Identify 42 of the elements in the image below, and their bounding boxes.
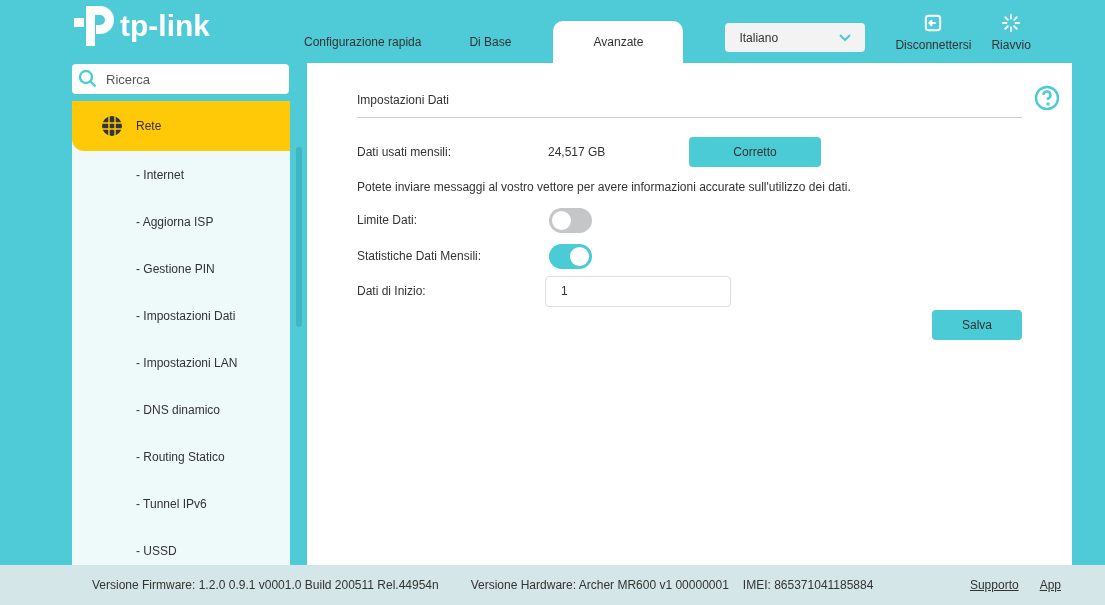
input-field[interactable]: 1 <box>545 275 731 307</box>
footer-link[interactable]: Supporto <box>969 576 1019 594</box>
section-title: Impostazioni Dati <box>357 92 450 109</box>
language-select[interactable]: Italiano <box>725 23 866 52</box>
info-text: Potete inviare messaggi al vostro vettore per avere informazioni accurate sull'utilizzo dei dati. <box>357 179 852 196</box>
globe-icon <box>102 116 122 136</box>
logo-icon <box>72 4 116 48</box>
logo-text: tp-link <box>120 11 210 41</box>
imei-text: IMEI: 865371041185884 <box>742 577 874 594</box>
logout-icon <box>923 14 944 32</box>
nav-tab[interactable]: Di Base <box>435 21 546 63</box>
sidebar-submenu-item[interactable]: - Impostazioni Dati <box>72 292 290 339</box>
toggle-switch[interactable] <box>549 207 592 233</box>
hardware-version: Versione Hardware: Archer MR600 v1 00000001 <box>470 577 729 594</box>
field-value: 24,517 GB <box>548 144 607 161</box>
field-label: Dati di Inizio: <box>357 283 427 300</box>
firmware-version: Versione Firmware: 1.2.0 0.9.1 v0001.0 Build 200511 Rel.44954n <box>92 577 439 594</box>
toggle-switch[interactable] <box>549 243 592 269</box>
search-icon <box>78 69 98 89</box>
header-action-button[interactable]: Disconnettersi <box>895 14 972 54</box>
reboot-icon <box>1001 14 1022 32</box>
field-label: Dati usati mensili: <box>357 144 453 161</box>
search-field[interactable]: Ricerca <box>72 64 289 94</box>
sidebar-submenu-item[interactable]: - USSD <box>72 527 290 565</box>
field-label: Limite Dati: <box>357 212 419 229</box>
sidebar-submenu-item[interactable]: - Aggiorna ISP <box>72 198 290 245</box>
sidebar-menu-item[interactable]: Rete <box>72 101 290 151</box>
footer-link[interactable]: App <box>1039 576 1061 594</box>
sidebar-submenu-item[interactable]: - Internet <box>72 151 290 198</box>
nav-tab[interactable]: Configurazione rapida <box>290 21 436 63</box>
header-action-button[interactable]: Riavvio <box>991 14 1031 54</box>
save-button[interactable]: Salva <box>932 310 1022 340</box>
sidebar-submenu-item[interactable]: - Impostazioni LAN <box>72 339 290 386</box>
sidebar-submenu-item[interactable]: - Tunnel IPv6 <box>72 480 290 527</box>
sidebar-submenu-item[interactable]: - Routing Statico <box>72 433 290 480</box>
chevron-down-icon <box>839 33 852 42</box>
correct-button[interactable]: Corretto <box>689 137 821 167</box>
sidebar-submenu-item[interactable]: - Gestione PIN <box>72 245 290 292</box>
sidebar-submenu-item[interactable]: - DNS dinamico <box>72 386 290 433</box>
field-label: Statistiche Dati Mensili: <box>357 248 483 265</box>
nav-tab[interactable]: Avanzate <box>553 21 684 63</box>
help-icon[interactable] <box>1034 85 1060 111</box>
